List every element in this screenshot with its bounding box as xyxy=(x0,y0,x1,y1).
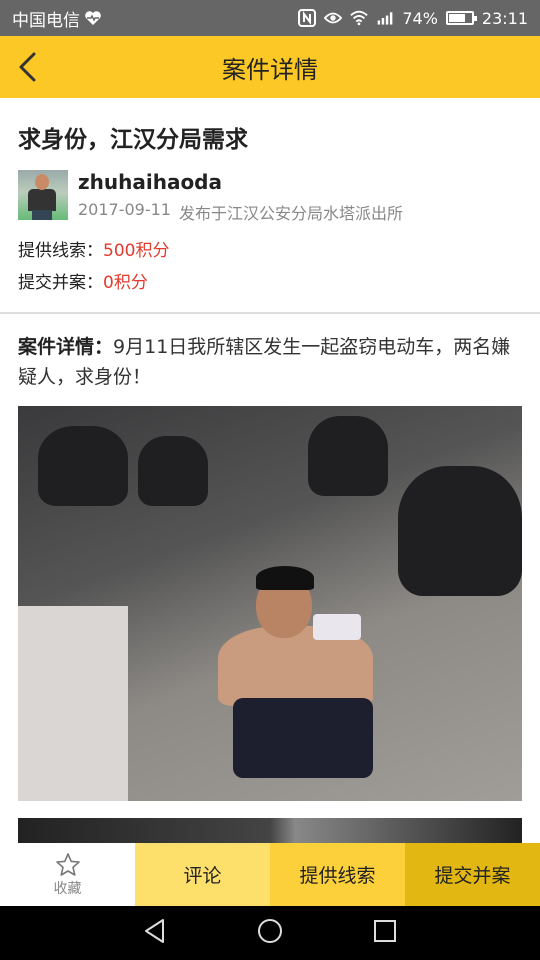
avatar[interactable] xyxy=(18,170,68,220)
publish-meta: 2017-09-11 发布于江汉公安分局水塔派出所 xyxy=(78,200,403,224)
comment-button[interactable]: 评论 xyxy=(135,843,270,906)
bottom-action-bar: 收藏 评论 提供线索 提交并案 xyxy=(0,843,540,906)
case-description: 案件详情：9月11日我所辖区发生一起盗窃电动车，两名嫌疑人，求身份！ xyxy=(18,332,522,392)
carrier-label: 中国电信 xyxy=(12,10,80,31)
clue-reward-points: 500积分 xyxy=(103,241,170,261)
heart-pulse-icon xyxy=(84,9,102,27)
submit-merge-button[interactable]: 提交并案 xyxy=(405,843,540,906)
back-arrow-icon[interactable] xyxy=(12,50,42,84)
divider xyxy=(0,312,540,314)
nav-home-icon[interactable] xyxy=(257,918,283,948)
case-photo[interactable] xyxy=(18,406,522,801)
username[interactable]: zhuhaihaoda xyxy=(78,170,222,194)
eye-icon xyxy=(324,9,343,27)
nfc-icon xyxy=(298,9,317,27)
battery-icon xyxy=(445,11,477,25)
case-detail-label: 案件详情： xyxy=(18,336,114,358)
star-icon xyxy=(55,852,80,876)
signal-icon xyxy=(376,9,394,27)
app-header: 案件详情 xyxy=(0,36,540,98)
nav-recents-icon[interactable] xyxy=(373,919,397,947)
system-nav-bar xyxy=(0,906,540,960)
nav-back-icon[interactable] xyxy=(143,918,167,948)
wifi-icon xyxy=(350,9,369,27)
provide-clue-button[interactable]: 提供线索 xyxy=(270,843,405,906)
status-bar: 中国电信 74% 23:11 xyxy=(0,0,540,36)
publisher: 发布于江汉公安分局水塔派出所 xyxy=(178,204,403,223)
merge-reward-points: 0积分 xyxy=(103,273,148,293)
page-title: 案件详情 xyxy=(222,55,318,84)
case-title: 求身份，江汉分局需求 xyxy=(18,127,248,153)
favorite-label: 收藏 xyxy=(53,880,82,897)
clue-reward: 提供线索：500积分 xyxy=(18,236,169,261)
clue-reward-label: 提供线索： xyxy=(18,241,103,261)
merge-reward: 提交并案：0积分 xyxy=(18,268,148,293)
publish-date: 2017-09-11 xyxy=(78,200,171,219)
merge-reward-label: 提交并案： xyxy=(18,273,103,293)
favorite-button[interactable]: 收藏 xyxy=(0,843,135,906)
clock: 23:11 xyxy=(481,8,528,28)
battery-percent: 74% xyxy=(402,8,438,28)
